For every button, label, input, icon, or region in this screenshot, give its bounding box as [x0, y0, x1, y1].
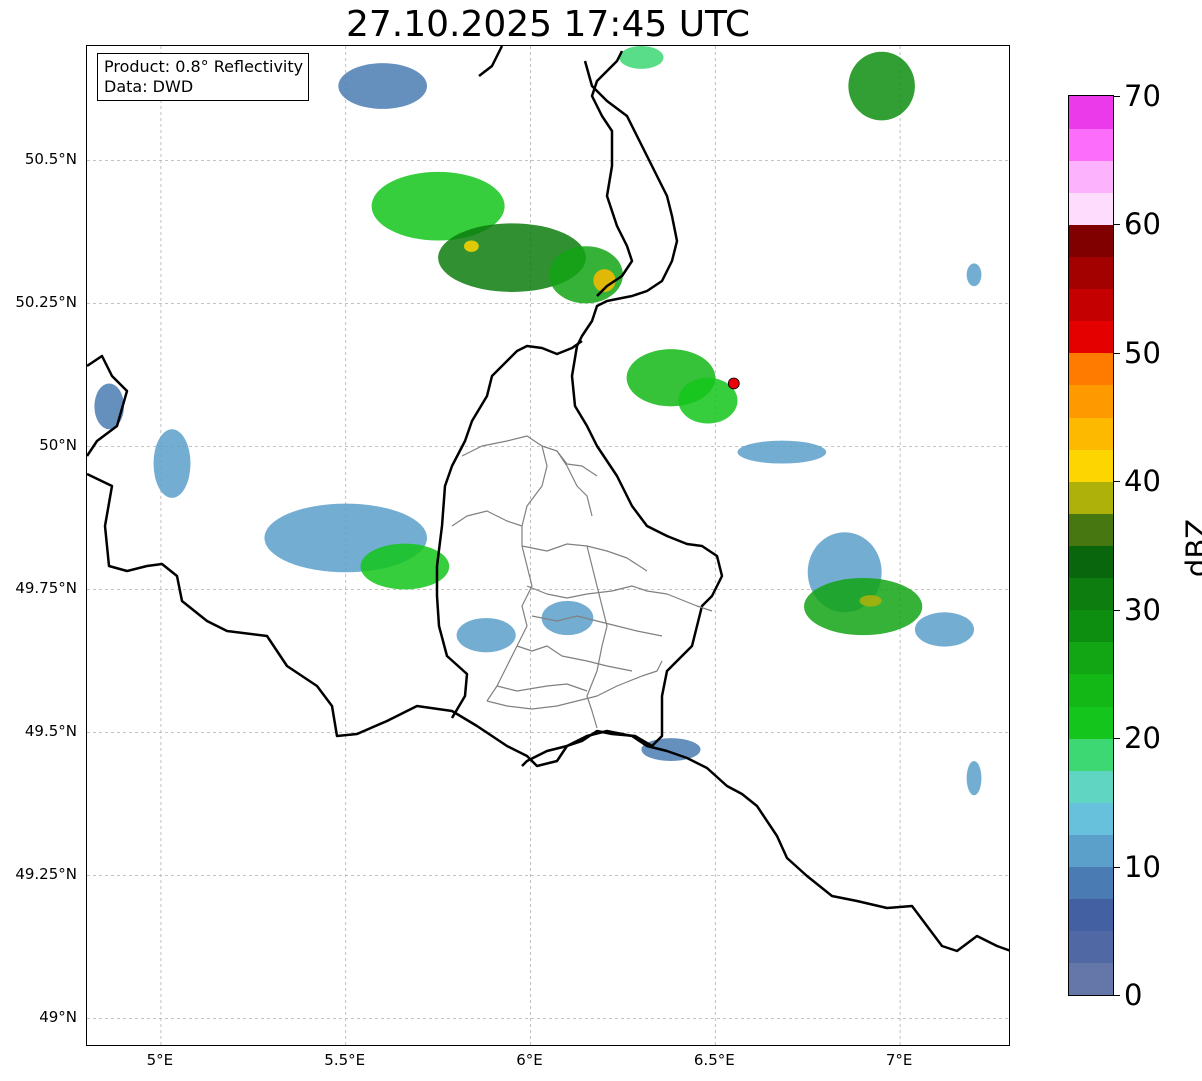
colorbar-tick-label: 0 — [1124, 978, 1143, 1012]
colorbar-segment — [1069, 192, 1113, 225]
dbz-colorbar — [1068, 95, 1114, 996]
colorbar-segment — [1069, 545, 1113, 579]
colorbar-segment — [1069, 128, 1113, 161]
latitude-tick-label: 50.25°N — [15, 293, 77, 312]
radar-echo — [966, 263, 982, 287]
province-border — [496, 683, 588, 692]
colorbar-segment — [1069, 513, 1113, 546]
colorbar-segment — [1069, 609, 1113, 643]
country-border — [478, 46, 504, 77]
radar-site-marker — [727, 377, 740, 390]
colorbar-segment — [1069, 417, 1113, 450]
colorbar-segment — [1069, 930, 1113, 964]
province-border — [556, 450, 598, 477]
colorbar-tick-label: 70 — [1124, 79, 1161, 113]
radar-echo — [94, 383, 124, 430]
radar-echo — [737, 440, 827, 464]
province-border — [486, 445, 548, 702]
province-border — [566, 465, 593, 517]
colorbar-tick-label: 40 — [1124, 464, 1161, 499]
radar-echo — [804, 577, 923, 636]
colorbar-segment — [1069, 96, 1113, 129]
product-info-box: Product: 0.8° Reflectivity Data: DWD — [97, 53, 310, 101]
colorbar-segment — [1069, 224, 1113, 258]
province-border — [486, 660, 663, 710]
colorbar-segment — [1069, 673, 1113, 707]
colorbar-segment — [1069, 577, 1113, 611]
colorbar-segment — [1069, 802, 1113, 835]
colorbar-tick-label: 30 — [1124, 592, 1161, 627]
colorbar-segment — [1069, 898, 1113, 932]
province-border — [586, 545, 608, 729]
latitude-tick-label: 49.25°N — [15, 865, 77, 884]
map-canvas — [87, 46, 1009, 1045]
radar-echo — [641, 738, 701, 761]
latitude-tick-label: 49.5°N — [24, 722, 77, 741]
colorbar-segment — [1069, 834, 1113, 868]
radar-echo — [859, 595, 882, 607]
radar-echo — [463, 240, 479, 252]
colorbar-tick-mark — [1114, 995, 1120, 996]
colorbar-tick-mark — [1114, 96, 1120, 97]
latitude-tick-label: 50.5°N — [24, 150, 77, 169]
data-source-label: Data: DWD — [104, 77, 194, 96]
province-border — [521, 543, 648, 572]
colorbar-segment — [1069, 962, 1113, 995]
longitude-tick-label: 6°E — [516, 1051, 543, 1069]
latitude-tick-label: 49°N — [39, 1008, 77, 1027]
colorbar-segment — [1069, 256, 1113, 290]
radar-echo — [153, 429, 191, 498]
longitude-tick-label: 5.5°E — [324, 1051, 366, 1069]
longitude-tick-label: 7°E — [885, 1051, 913, 1069]
province-border — [461, 435, 568, 467]
colorbar-label: dBZ — [1180, 518, 1202, 578]
colorbar-segment — [1069, 770, 1113, 803]
province-border — [451, 510, 523, 527]
radar-map[interactable] — [86, 45, 1010, 1046]
colorbar-tick-mark — [1114, 352, 1120, 354]
colorbar-segment — [1069, 160, 1113, 193]
colorbar-tick-mark — [1114, 738, 1120, 740]
colorbar-segment — [1069, 481, 1113, 514]
latitude-tick-label: 50°N — [39, 436, 77, 455]
colorbar-tick-label: 20 — [1124, 721, 1161, 756]
radar-echo — [619, 46, 664, 69]
colorbar-segment — [1069, 288, 1113, 322]
longitude-tick-label: 5°E — [146, 1051, 174, 1069]
colorbar-segment — [1069, 641, 1113, 675]
map-title: 27.10.2025 17:45 UTC — [345, 4, 751, 45]
radar-echo — [848, 51, 915, 121]
radar-echo — [338, 63, 428, 109]
radar-echo — [966, 761, 982, 796]
colorbar-segment — [1069, 352, 1113, 386]
colorbar-segment — [1069, 384, 1113, 418]
colorbar-tick-mark — [1114, 866, 1120, 868]
colorbar-tick-mark — [1114, 481, 1120, 483]
colorbar-tick-mark — [1114, 609, 1120, 611]
colorbar-segment — [1069, 866, 1113, 900]
radar-echo — [914, 612, 975, 647]
colorbar-segment — [1069, 706, 1113, 739]
latitude-tick-label: 49.75°N — [15, 579, 77, 598]
colorbar-tick-label: 50 — [1124, 335, 1161, 370]
province-border — [516, 645, 633, 672]
colorbar-tick-label: 60 — [1124, 207, 1161, 242]
colorbar-segment — [1069, 449, 1113, 482]
colorbar-segment — [1069, 320, 1113, 354]
longitude-tick-label: 6.5°E — [693, 1051, 735, 1069]
product-label: Product: 0.8° Reflectivity — [104, 57, 304, 76]
radar-echo — [456, 618, 516, 653]
colorbar-segment — [1069, 738, 1113, 771]
colorbar-tick-label: 10 — [1124, 849, 1161, 884]
colorbar-tick-mark — [1114, 224, 1120, 226]
